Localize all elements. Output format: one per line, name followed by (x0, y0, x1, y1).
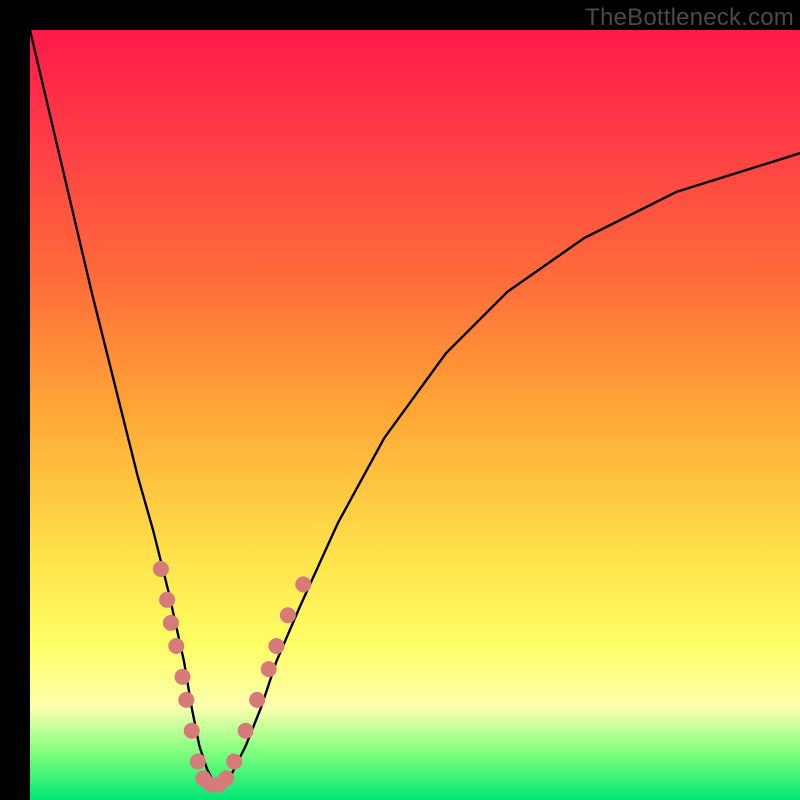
curve-marker (268, 638, 284, 654)
plot-area (30, 30, 800, 800)
curve-marker (226, 754, 242, 770)
curve-marker (280, 607, 296, 623)
curve-marker (261, 661, 277, 677)
bottleneck-curve (30, 30, 800, 785)
curve-marker (163, 615, 179, 631)
curve-marker (190, 754, 206, 770)
curve-marker (159, 592, 175, 608)
curve-marker (295, 576, 311, 592)
curve-marker (178, 692, 194, 708)
curve-marker (153, 561, 169, 577)
curve-marker (168, 638, 184, 654)
curve-marker (238, 723, 254, 739)
curve-marker (175, 669, 191, 685)
curve-marker (184, 723, 200, 739)
curve-marker (249, 692, 265, 708)
curve-marker (218, 770, 234, 786)
chart-svg (30, 30, 800, 800)
curve-markers (153, 561, 311, 793)
watermark-text: TheBottleneck.com (585, 4, 794, 32)
chart-frame: TheBottleneck.com (0, 0, 800, 800)
